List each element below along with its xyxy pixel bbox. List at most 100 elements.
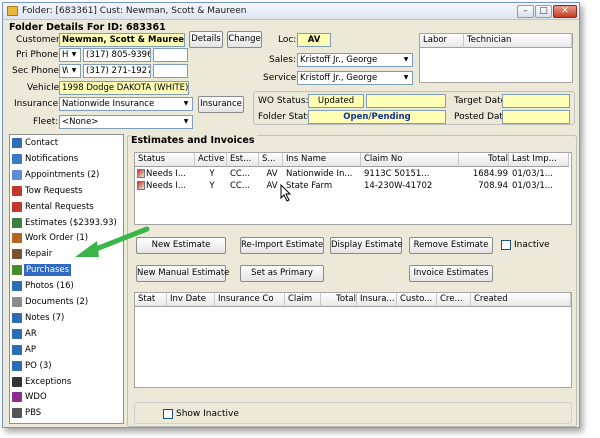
change-button[interactable]: Change xyxy=(227,31,262,48)
invoices-column-header[interactable]: Stat xyxy=(135,293,167,307)
invoices-column-header[interactable]: Inv Date xyxy=(167,293,215,307)
sidebar-item-label: WDO xyxy=(25,392,47,403)
estimates-column-header[interactable]: Total xyxy=(459,153,509,167)
table-cell: Y xyxy=(209,181,215,191)
sidebar-item-label: AR xyxy=(25,328,37,339)
chevron-down-icon: ▼ xyxy=(400,72,412,84)
close-button[interactable]: ✕ xyxy=(553,5,577,18)
wo-status-extra-field[interactable] xyxy=(366,94,446,108)
table-cell: State Farm xyxy=(286,181,333,191)
inactive-checkbox[interactable] xyxy=(501,240,511,250)
table-cell: CC... xyxy=(230,169,250,179)
sidebar-item-label: Repair xyxy=(25,249,53,260)
loc-field[interactable]: AV xyxy=(297,33,331,47)
show-inactive-checkbox[interactable] xyxy=(163,409,173,419)
estimates-table[interactable]: Status Active Est... S... Ins Name Claim No To… xyxy=(134,152,572,225)
sidebar-item-label: Documents (2) xyxy=(25,297,89,307)
chevron-down-icon: ▼ xyxy=(400,54,412,66)
folder-icon xyxy=(7,6,18,16)
display-estimate-button[interactable]: Display Estimate xyxy=(330,237,403,254)
pri-phone-label: Pri Phone: xyxy=(16,50,62,60)
sec-phone-type-select[interactable]: W ▼ xyxy=(59,64,81,78)
work-order-icon xyxy=(12,233,22,244)
insurance-button[interactable]: Insurance xyxy=(198,96,244,113)
target-date-field[interactable] xyxy=(502,94,570,108)
invoices-column-header[interactable]: Claim xyxy=(285,293,321,307)
loc-label: Loc: xyxy=(278,35,297,45)
estimates-column-header[interactable]: Active xyxy=(195,153,227,167)
documents-icon xyxy=(12,297,22,307)
pri-phone-field[interactable]: (317) 805-9396 xyxy=(83,48,151,62)
status-group: WO Status: Updated Folder Status: Open/P… xyxy=(253,91,575,125)
invoices-column-header[interactable]: Created xyxy=(471,293,571,307)
folder-status-field[interactable]: Open/Pending xyxy=(308,110,446,124)
ar-icon xyxy=(12,328,22,339)
table-row[interactable]: Needs I... Y CC... AV State Farm 14-230W-4170… xyxy=(135,180,571,192)
customer-label: Customer: xyxy=(16,35,63,45)
details-button[interactable]: Details xyxy=(189,31,223,48)
invoices-column-header[interactable]: Custo... xyxy=(397,293,437,307)
rental-icon xyxy=(12,201,22,212)
technician-column-header[interactable]: Technician xyxy=(464,34,572,48)
labor-table[interactable]: Labor Technician xyxy=(419,33,573,83)
estimates-title: Estimates and Invoices xyxy=(131,135,258,146)
chevron-down-icon: ▼ xyxy=(68,49,80,61)
invoice-estimates-button[interactable]: Invoice Estimates xyxy=(409,265,493,282)
insurance-select[interactable]: Nationwide Insurance ▼ xyxy=(59,97,193,111)
table-cell: 708.94 xyxy=(478,181,508,191)
sec-phone-label: Sec Phone: xyxy=(12,66,62,76)
posted-date-field[interactable] xyxy=(502,110,570,124)
estimates-column-header[interactable]: Claim No xyxy=(361,153,459,167)
new-manual-estimate-button[interactable]: New Manual Estimate xyxy=(136,265,229,282)
vehicle-field[interactable]: 1998 Dodge DAKOTA (WHITE) xyxy=(59,81,189,95)
maximize-button[interactable]: □ xyxy=(535,5,552,18)
sidebar-item-label: AP xyxy=(25,344,36,355)
service-label: Service: xyxy=(263,73,300,83)
wo-status-field[interactable]: Updated xyxy=(308,94,364,108)
pri-phone-ext-field[interactable] xyxy=(153,48,188,62)
invoices-column-header[interactable]: Cre... xyxy=(437,293,471,307)
estimates-column-header[interactable]: Status xyxy=(135,153,195,167)
estimates-column-header[interactable]: Last Imp... xyxy=(509,153,569,167)
contact-icon xyxy=(12,138,22,148)
exceptions-icon xyxy=(12,376,22,387)
labor-column-header[interactable]: Labor xyxy=(420,34,464,48)
wdo-icon xyxy=(12,392,22,403)
invoices-column-header[interactable]: Insurance Co xyxy=(215,293,285,307)
chevron-down-icon: ▼ xyxy=(180,116,192,128)
sec-phone-ext-field[interactable] xyxy=(153,64,188,78)
remove-estimate-button[interactable]: Remove Estimate xyxy=(409,237,493,254)
estimates-column-header[interactable]: Ins Name xyxy=(283,153,361,167)
estimate-document-icon xyxy=(137,169,145,178)
table-cell: 14-230W-41702 xyxy=(364,181,433,191)
sidebar-item-label: Appointments (2) xyxy=(25,169,100,180)
estimates-column-header[interactable]: Est... xyxy=(227,153,259,167)
set-as-primary-button[interactable]: Set as Primary xyxy=(240,265,324,282)
table-cell: Needs I... xyxy=(146,181,186,191)
sidebar-item-label: Photos (16) xyxy=(25,281,74,292)
po-icon xyxy=(12,360,22,371)
target-date-label: Target Date: xyxy=(454,96,510,106)
minimize-button[interactable]: – xyxy=(517,5,534,18)
customer-field[interactable]: Newman, Scott & Maureen xyxy=(59,33,185,47)
service-select[interactable]: Kristoff Jr., George ▼ xyxy=(297,71,413,85)
fleet-label: Fleet: xyxy=(33,117,59,127)
notifications-icon xyxy=(12,153,22,164)
sidebar-item-label: Notes (7) xyxy=(25,312,65,323)
table-cell: Needs I... xyxy=(146,169,186,179)
sec-phone-field[interactable]: (317) 271-1927 xyxy=(83,64,151,78)
table-row[interactable]: Needs I... Y CC... AV Nationwide In... 9113C … xyxy=(135,168,571,180)
invoices-table[interactable]: Stat Inv Date Insurance Co Claim Total Insura… xyxy=(134,292,572,388)
table-cell: Y xyxy=(209,169,215,179)
invoices-column-header[interactable]: Insura... xyxy=(357,293,397,307)
fleet-select[interactable]: <None> ▼ xyxy=(59,115,193,129)
table-cell: 01/03/1... xyxy=(512,169,553,179)
reimport-estimate-button[interactable]: Re-Import Estimate xyxy=(240,237,324,254)
folder-navigation-list[interactable]: Contact Notifications Appointments (2) Tow … xyxy=(9,134,124,424)
show-inactive-label: Show Inactive xyxy=(176,409,239,419)
invoices-column-header[interactable]: Total xyxy=(321,293,357,307)
estimates-column-header[interactable]: S... xyxy=(259,153,283,167)
pri-phone-type-select[interactable]: H ▼ xyxy=(59,48,81,62)
sales-select[interactable]: Kristoff Jr., George ▼ xyxy=(297,53,413,67)
title-bar[interactable]: Folder: [683361] Cust: Newman, Scott & M… xyxy=(3,3,579,20)
